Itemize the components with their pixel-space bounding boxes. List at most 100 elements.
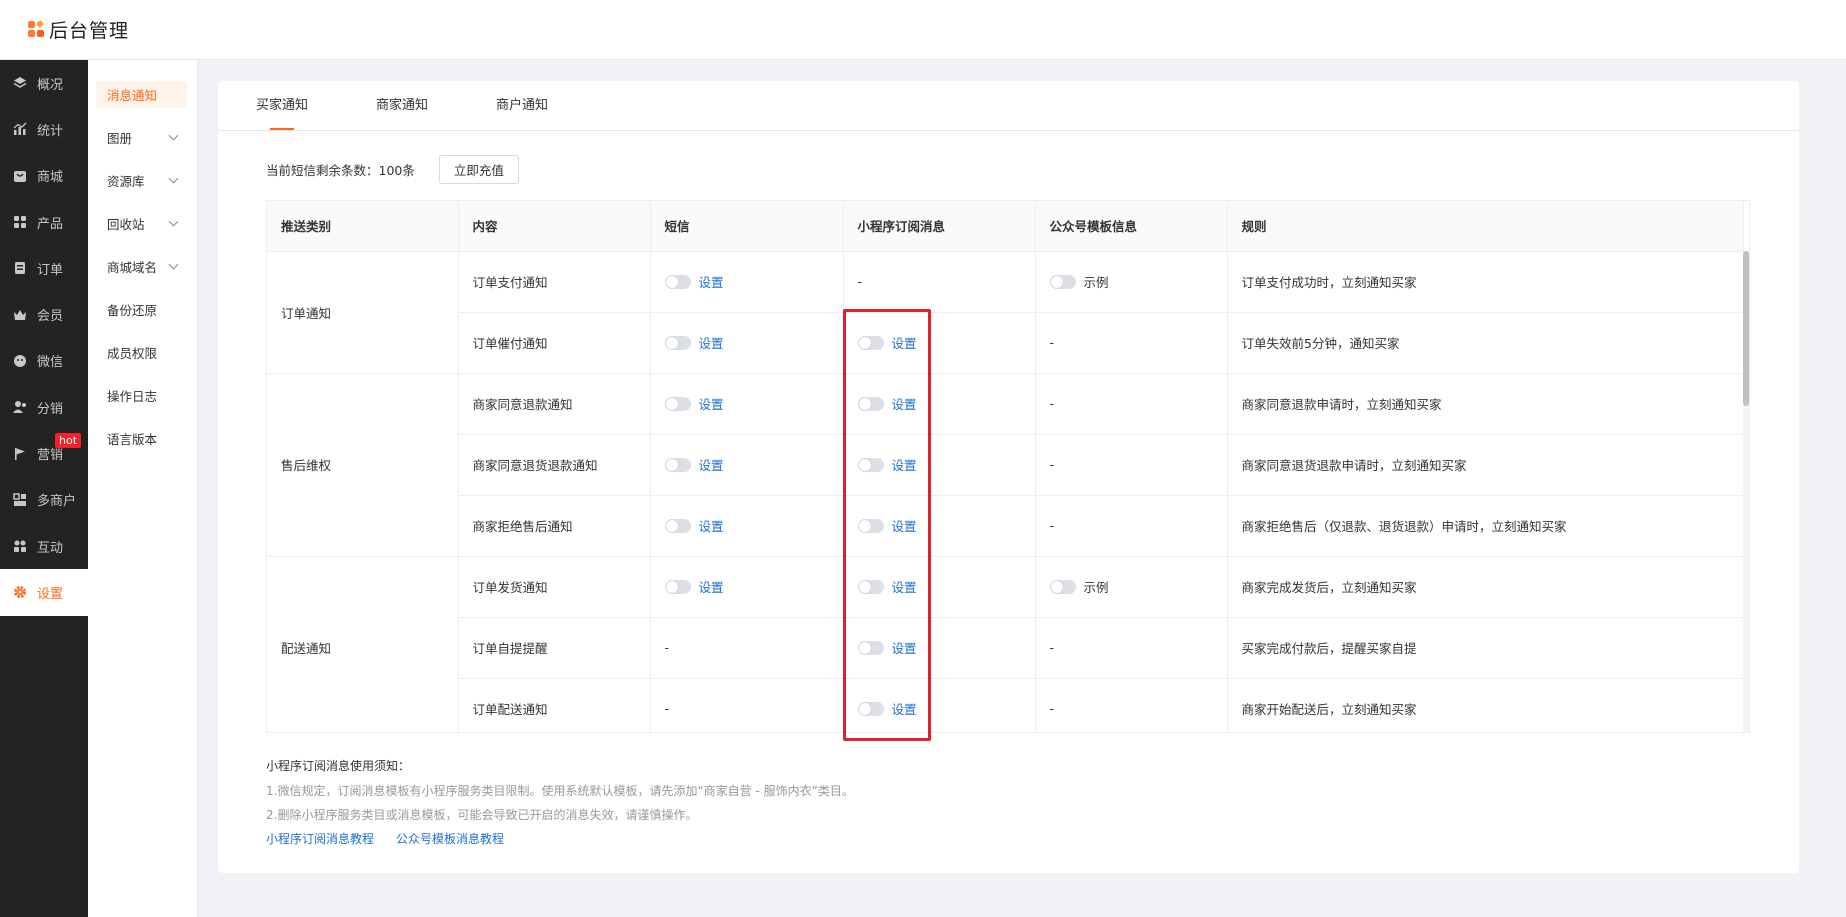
table-row: 商家拒绝售后通知 设置 设置 - 商家拒绝售后（仅退款、退货退款）申请时，立刻通… [267, 495, 1744, 557]
mini-toggle[interactable] [857, 579, 884, 594]
recharge-button[interactable]: 立即充值 [438, 155, 519, 184]
mini-toggle[interactable] [857, 396, 884, 411]
sms-toggle[interactable] [664, 335, 691, 350]
mini-settings-link[interactable]: 设置 [892, 638, 917, 657]
chevron-down-icon [168, 216, 179, 227]
sms-toggle[interactable] [664, 518, 691, 533]
column-header: 规则 [1227, 201, 1744, 252]
mp-example-text: 示例 [1083, 580, 1109, 595]
store-icon [12, 492, 27, 507]
subnav-item-domain[interactable]: 商城域名 [88, 245, 197, 288]
nav-item-order[interactable]: 订单 [0, 245, 88, 291]
subnav-label: 图册 [107, 131, 133, 146]
mini-settings-link[interactable]: 设置 [892, 333, 917, 352]
chevron-down-icon [168, 173, 179, 184]
subnav-item-language[interactable]: 语言版本 [88, 417, 197, 460]
mini-settings-link[interactable]: 设置 [892, 394, 917, 413]
mini-cell: 设置 [843, 312, 1036, 374]
mini-toggle[interactable] [857, 701, 884, 716]
table-header-row: 推送类别 内容 短信 小程序订阅消息 公众号模板信息 规则 [267, 201, 1744, 252]
crown-icon [12, 307, 27, 322]
sms-settings-link[interactable]: 设置 [699, 394, 724, 413]
mp-toggle[interactable] [1049, 274, 1076, 289]
nav-label: 多商户 [37, 494, 77, 510]
content-cell: 订单催付通知 [458, 312, 651, 374]
table-scrollbar[interactable] [1743, 251, 1749, 732]
nav-label: 互动 [37, 540, 64, 556]
mini-settings-link[interactable]: 设置 [892, 699, 917, 718]
mini-cell: 设置 [843, 373, 1036, 435]
mini-toggle[interactable] [857, 335, 884, 350]
sms-toggle[interactable] [664, 457, 691, 472]
tab-merchant-notify[interactable]: 商户通知 [496, 81, 548, 130]
category-cell: 售后维权 [267, 373, 459, 557]
nav-item-settings[interactable]: 设置 [0, 569, 88, 616]
layers-icon [12, 76, 27, 91]
nav-item-wechat[interactable]: 微信 [0, 338, 88, 384]
nav-item-overview[interactable]: 概况 [0, 60, 88, 106]
column-header: 小程序订阅消息 [843, 201, 1036, 252]
sms-toggle[interactable] [664, 396, 691, 411]
nav-label: 商城 [37, 170, 64, 186]
nav-item-member[interactable]: 会员 [0, 291, 88, 337]
sms-cell: 设置 [650, 312, 844, 374]
mp-template-tutorial-link[interactable]: 公众号模板消息教程 [396, 830, 504, 847]
scrollbar-thumb[interactable] [1743, 251, 1749, 406]
mini-program-tutorial-link[interactable]: 小程序订阅消息教程 [266, 830, 374, 847]
sms-settings-link[interactable]: 设置 [699, 516, 724, 535]
subnav-label: 商城域名 [107, 260, 158, 275]
rule-cell: 商家拒绝售后（仅退款、退货退款）申请时，立刻通知买家 [1227, 495, 1744, 557]
mini-settings-link[interactable]: 设置 [892, 577, 917, 596]
mp-toggle[interactable] [1049, 579, 1076, 594]
sms-cell: 设置 [650, 556, 844, 618]
notify-tabs: 买家通知 商家通知 商户通知 [218, 81, 1799, 131]
mp-cell: - [1035, 434, 1228, 496]
nav-item-interaction[interactable]: 互动 [0, 523, 88, 569]
mp-cell: - [1035, 678, 1228, 732]
mini-toggle[interactable] [857, 457, 884, 472]
mini-settings-link[interactable]: 设置 [892, 516, 917, 535]
nav-item-product[interactable]: 产品 [0, 199, 88, 245]
subnav-item-album[interactable]: 图册 [88, 116, 197, 159]
mini-cell: 设置 [843, 556, 1036, 618]
table-row: 订单配送通知 - 设置 - 商家开始配送后，立刻通知买家 [267, 678, 1744, 732]
nav-item-multi-merchant[interactable]: 多商户 [0, 477, 88, 523]
mini-toggle[interactable] [857, 518, 884, 533]
subnav-label: 操作日志 [107, 389, 158, 404]
sms-cell: 设置 [650, 495, 844, 557]
subnav-item-permissions[interactable]: 成员权限 [88, 331, 197, 374]
sms-settings-link[interactable]: 设置 [699, 455, 724, 474]
content-cell: 订单发货通知 [458, 556, 651, 618]
sms-settings-link[interactable]: 设置 [699, 272, 724, 291]
mini-toggle[interactable] [857, 640, 884, 655]
subnav-item-recycle-bin[interactable]: 回收站 [88, 202, 197, 245]
sms-settings-link[interactable]: 设置 [699, 577, 724, 596]
subnav-item-logs[interactable]: 操作日志 [88, 374, 197, 417]
notify-table: 推送类别 内容 短信 小程序订阅消息 公众号模板信息 规则 订单通知 订单支付通… [266, 200, 1750, 733]
sms-cell: - [650, 678, 844, 732]
rule-cell: 商家开始配送后，立刻通知买家 [1227, 678, 1744, 732]
nav-item-marketing[interactable]: 营销 hot [0, 430, 88, 476]
subnav-item-backup[interactable]: 备份还原 [88, 288, 197, 331]
column-header: 公众号模板信息 [1035, 201, 1228, 252]
mini-cell: 设置 [843, 678, 1036, 732]
hot-badge: hot [55, 433, 82, 449]
table-row: 订单自提提醒 - 设置 - 买家完成付款后，提醒买家自提 [267, 617, 1744, 679]
subnav-item-message-notify[interactable]: 消息通知 [96, 81, 187, 108]
top-header: 后台管理 [0, 0, 1846, 60]
sms-settings-link[interactable]: 设置 [699, 333, 724, 352]
nav-item-mall[interactable]: 商城 [0, 153, 88, 199]
mp-cell: - [1035, 617, 1228, 679]
nav-item-distribution[interactable]: 分销 [0, 384, 88, 430]
nav-item-stats[interactable]: 统计 [0, 106, 88, 152]
tab-buyer-notify[interactable]: 买家通知 [256, 81, 308, 130]
sms-toggle[interactable] [664, 274, 691, 289]
mini-settings-link[interactable]: 设置 [892, 455, 917, 474]
rule-cell: 商家同意退款申请时，立刻通知买家 [1227, 373, 1744, 435]
nav-label: 产品 [37, 216, 64, 232]
tab-seller-notify[interactable]: 商家通知 [376, 81, 428, 130]
sms-toggle[interactable] [664, 579, 691, 594]
wechat-icon [12, 353, 27, 368]
note-line: 2.删除小程序服务类目或消息模板，可能会导致已开启的消息失效，请谨慎操作。 [266, 808, 698, 822]
subnav-item-resources[interactable]: 资源库 [88, 159, 197, 202]
